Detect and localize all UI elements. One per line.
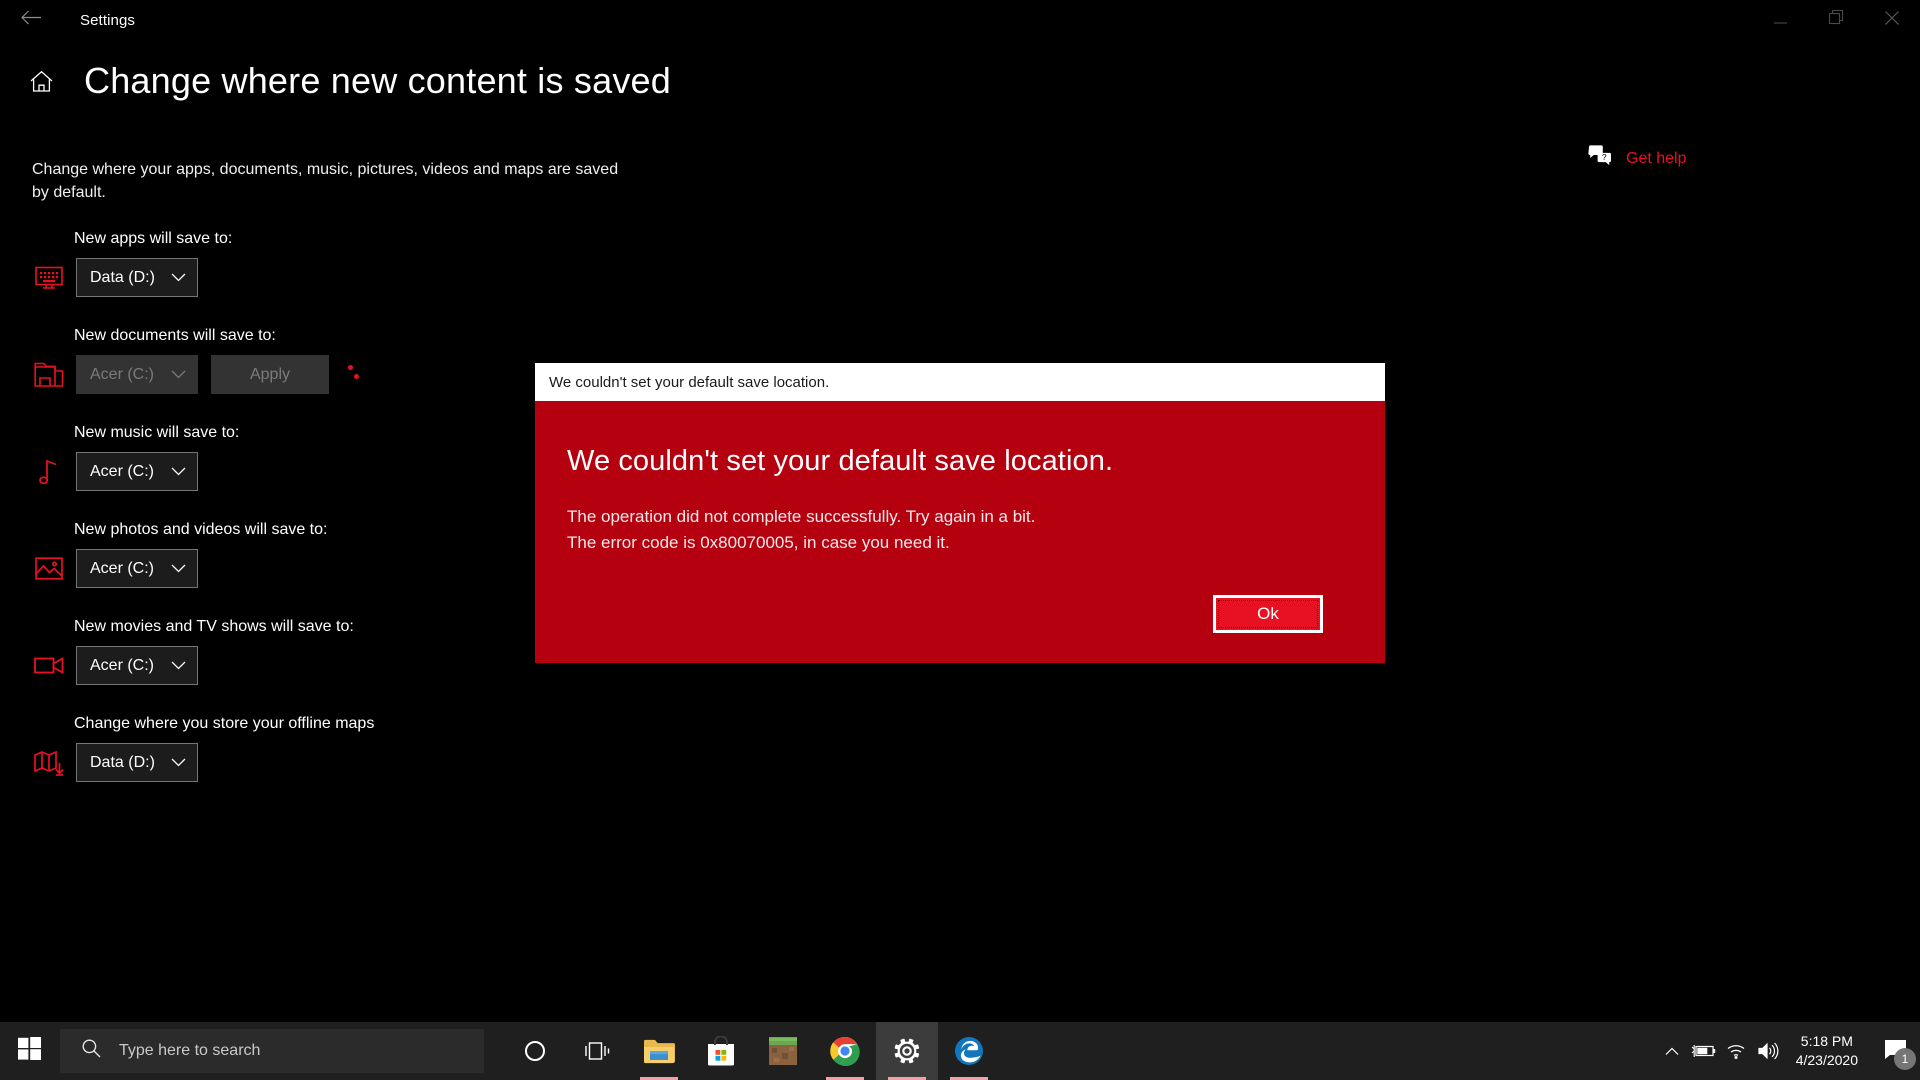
maps-location-dropdown[interactable]: Data (D:) — [76, 743, 198, 782]
music-location-dropdown[interactable]: Acer (C:) — [76, 452, 198, 491]
system-tray: 5:18 PM 4/23/2020 1 — [1656, 1022, 1920, 1080]
setting-row-apps: New apps will save to: Data (D:) — [0, 230, 640, 297]
dialog-titlebar: We couldn't set your default save locati… — [535, 363, 1385, 401]
setting-row-maps: Change where you store your offline maps… — [0, 715, 640, 782]
music-note-icon — [28, 454, 70, 490]
search-icon — [82, 1039, 101, 1063]
movies-location-dropdown[interactable]: Acer (C:) — [76, 646, 198, 685]
taskbar-apps — [504, 1022, 1000, 1080]
photo-image-icon — [28, 551, 70, 587]
chevron-down-icon — [171, 564, 186, 573]
search-box[interactable]: Type here to search — [60, 1029, 484, 1073]
apps-location-dropdown[interactable]: Data (D:) — [76, 258, 198, 297]
close-icon — [1885, 10, 1899, 30]
back-arrow-icon — [20, 10, 42, 30]
chevron-down-icon — [171, 661, 186, 670]
notification-badge: 1 — [1894, 1048, 1916, 1070]
get-help-link[interactable]: ? Get help — [1588, 145, 1686, 172]
app-title: Settings — [80, 11, 135, 29]
setting-label: New apps will save to: — [74, 230, 233, 247]
dialog-body: We couldn't set your default save locati… — [535, 401, 1385, 663]
photos-location-dropdown[interactable]: Acer (C:) — [76, 549, 198, 588]
restore-icon — [1828, 9, 1844, 30]
setting-label: New documents will save to: — [74, 327, 276, 344]
back-button[interactable] — [8, 0, 54, 40]
video-camera-icon — [28, 648, 70, 684]
dropdown-value: Acer (C:) — [90, 365, 154, 383]
dropdown-value: Acer (C:) — [90, 656, 154, 674]
minimize-button[interactable] — [1752, 0, 1808, 40]
start-button[interactable] — [0, 1022, 58, 1080]
get-help-label: Get help — [1626, 149, 1687, 167]
ok-button-label: Ok — [1257, 604, 1279, 623]
settings-icon[interactable] — [876, 1022, 938, 1080]
help-chat-icon: ? — [1588, 145, 1612, 172]
map-download-icon — [28, 745, 70, 781]
window-titlebar: Settings — [0, 0, 1920, 40]
home-icon[interactable] — [24, 64, 58, 98]
chevron-down-icon — [171, 467, 186, 476]
apply-button: Apply — [211, 355, 329, 394]
wifi-icon[interactable] — [1720, 1022, 1752, 1080]
chevron-up-icon[interactable] — [1656, 1022, 1688, 1080]
dialog-message-line-1: The operation did not complete successfu… — [567, 507, 1036, 526]
microsoft-store-icon[interactable] — [690, 1022, 752, 1080]
dialog-heading: We couldn't set your default save locati… — [567, 445, 1114, 477]
clock[interactable]: 5:18 PM 4/23/2020 — [1784, 1032, 1872, 1070]
error-dialog: We couldn't set your default save locati… — [535, 363, 1385, 663]
search-placeholder: Type here to search — [119, 1042, 261, 1059]
file-explorer-icon[interactable] — [628, 1022, 690, 1080]
windows-start-icon — [17, 1037, 41, 1065]
battery-charging-icon[interactable] — [1688, 1022, 1720, 1080]
close-button[interactable] — [1864, 0, 1920, 40]
loading-spinner — [346, 362, 364, 388]
dialog-title-text: We couldn't set your default save locati… — [549, 373, 830, 391]
svg-text:?: ? — [1602, 152, 1607, 162]
ok-button[interactable]: Ok — [1213, 595, 1323, 633]
chevron-down-icon — [171, 273, 186, 282]
documents-folder-icon — [28, 357, 70, 393]
chevron-down-icon — [171, 370, 186, 379]
taskbar: Type here to search 5:18 PM 4/23/2020 1 — [0, 1022, 1920, 1080]
dropdown-value: Data (D:) — [90, 268, 155, 286]
chevron-down-icon — [171, 758, 186, 767]
clock-time: 5:18 PM — [1800, 1033, 1853, 1050]
dropdown-value: Acer (C:) — [90, 462, 154, 480]
notification-center-button[interactable]: 1 — [1872, 1022, 1918, 1080]
window-controls — [1752, 0, 1920, 40]
clock-date: 4/23/2020 — [1795, 1052, 1858, 1068]
task-view-icon[interactable] — [566, 1022, 628, 1080]
documents-location-dropdown: Acer (C:) — [76, 355, 198, 394]
setting-label: Change where you store your offline maps — [74, 715, 375, 732]
restore-button[interactable] — [1808, 0, 1864, 40]
intro-description: Change where your apps, documents, music… — [32, 161, 619, 202]
ok-button-focus-ring: Ok — [1218, 600, 1318, 628]
minecraft-icon[interactable] — [752, 1022, 814, 1080]
monitor-apps-icon — [28, 260, 70, 296]
volume-icon[interactable] — [1752, 1022, 1784, 1080]
dropdown-value: Acer (C:) — [90, 559, 154, 577]
minimize-icon — [1773, 11, 1787, 29]
dialog-message-line-2: The error code is 0x80070005, in case yo… — [567, 532, 950, 552]
page-title: Change where new content is saved — [84, 60, 671, 101]
page-header: Change where new content is saved — [0, 60, 671, 102]
edge-icon[interactable] — [938, 1022, 1000, 1080]
chrome-icon[interactable] — [814, 1022, 876, 1080]
cortana-icon[interactable] — [504, 1022, 566, 1080]
dialog-footer: Ok — [567, 595, 1353, 633]
dropdown-value: Data (D:) — [90, 753, 155, 771]
